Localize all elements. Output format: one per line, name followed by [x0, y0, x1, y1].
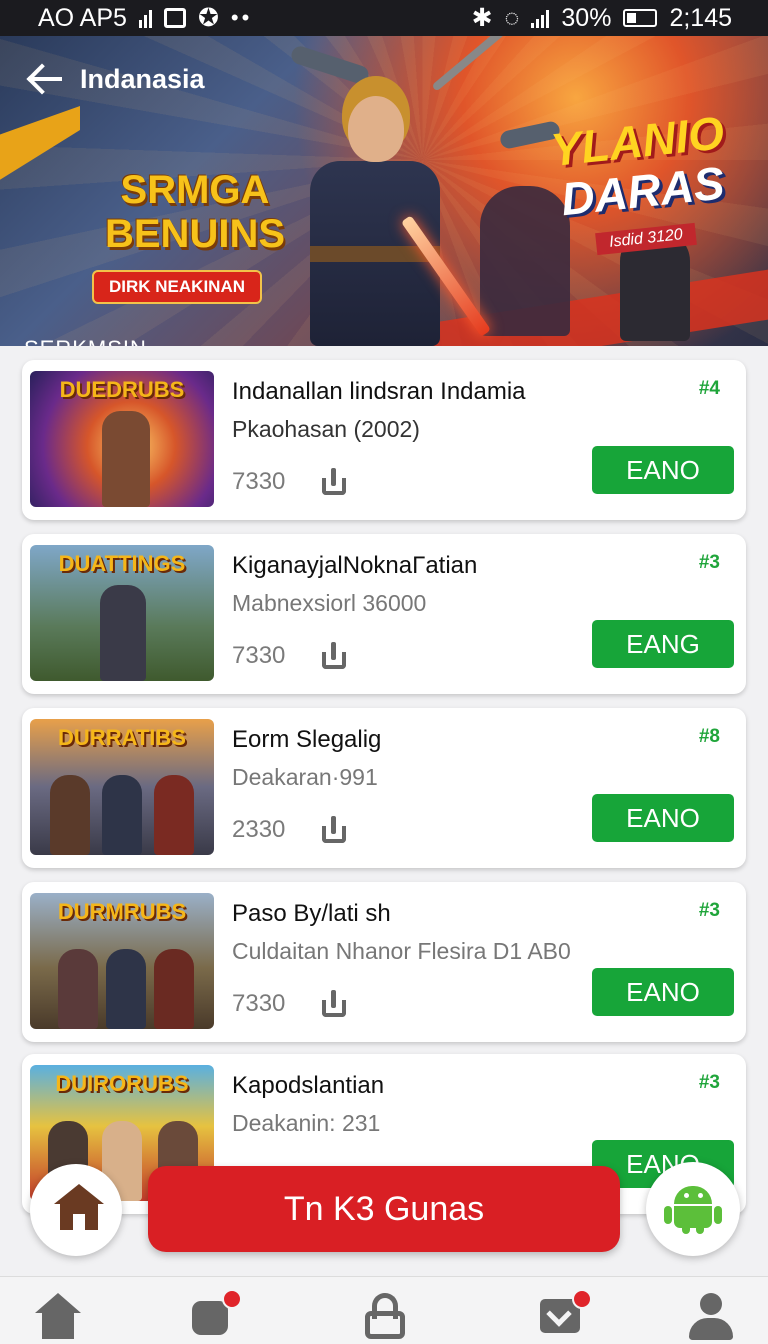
game-subtitle: Pkaohasan (2002): [232, 416, 420, 442]
get-button[interactable]: EANO: [592, 794, 734, 842]
game-card[interactable]: DURRATIBS Eorm Slegalig Deakaran·991 233…: [22, 708, 746, 868]
banner-game-title: SRMGA BENUINS: [104, 168, 286, 256]
image-icon: [163, 8, 186, 28]
character-figure: [154, 949, 194, 1029]
game-subtitle: Mabnexsiorl 36000: [232, 590, 427, 616]
get-button[interactable]: EANG: [592, 620, 734, 668]
game-card[interactable]: DURMRUBS Paso By/lati sh Culdaitan Nhano…: [22, 882, 746, 1042]
thumbnail-logo: DURRATIBS: [58, 725, 186, 750]
banner-tag: DIRK NEAKINAN: [92, 270, 262, 304]
nav-user-icon[interactable]: [688, 1293, 734, 1340]
android-icon: [664, 1182, 722, 1234]
nav-chat-icon[interactable]: [188, 1289, 242, 1339]
bottom-nav: [0, 1276, 768, 1344]
header-back[interactable]: Indanasia: [26, 60, 205, 98]
download-icon: [320, 816, 348, 844]
page-title: Indanasia: [80, 63, 205, 94]
rank-badge: #3: [698, 1072, 720, 1093]
alarm-icon: ◌: [504, 3, 520, 32]
thumbnail-logo: DUATTINGS: [58, 551, 186, 576]
notification-badge: [572, 1289, 592, 1309]
thumbnail-logo: DUIRORUBS: [55, 1071, 189, 1096]
main-cta-button[interactable]: Tn K3 Gunas: [148, 1166, 620, 1252]
game-title: Indanallan lindsran Indamia: [232, 378, 526, 405]
download-icon: [320, 642, 348, 670]
character-figure: [154, 775, 194, 855]
house-icon: [54, 1184, 104, 1230]
download-count: 2330: [232, 816, 286, 843]
battery-percent: 30%: [561, 3, 612, 32]
rank-badge: #3: [698, 900, 720, 921]
nav-inbox-icon[interactable]: [538, 1289, 592, 1339]
game-title: Kapodslantian: [232, 1072, 385, 1099]
character-figure: [102, 775, 142, 855]
game-title: KiganayjalNoknaΓatian: [232, 552, 478, 579]
game-card[interactable]: DUEDRUBS Indanallan lindsran Indamia Pka…: [22, 360, 746, 520]
thumbnail-logo: DURMRUBS: [57, 899, 187, 924]
banner-game-title-right: YLANIO DARAS: [535, 106, 744, 226]
signal-icon: [531, 8, 550, 28]
get-button[interactable]: EANO: [592, 446, 734, 494]
back-arrow-icon[interactable]: [26, 60, 64, 98]
android-fab[interactable]: [646, 1162, 740, 1256]
status-left: AO AP5 ✪ ••: [38, 3, 252, 33]
more-dots: ••: [230, 5, 253, 30]
game-card[interactable]: DUATTINGS KiganayjalNoknaΓatian Mabnexsi…: [22, 534, 746, 694]
game-thumbnail[interactable]: DURMRUBS: [30, 893, 214, 1029]
download-count: 7330: [232, 468, 286, 495]
character-figure: [106, 949, 146, 1029]
hero-head: [348, 96, 404, 162]
character-figure: [102, 411, 150, 507]
game-thumbnail[interactable]: DURRATIBS: [30, 719, 214, 855]
carrier-label: AO AP5: [38, 3, 127, 32]
clock: 2;145: [669, 3, 732, 32]
game-subtitle: Deakaran·991: [232, 764, 378, 790]
gamepad-icon: ✪: [197, 4, 219, 32]
nav-home-icon[interactable]: [35, 1293, 81, 1339]
get-button[interactable]: EANO: [592, 968, 734, 1016]
character-figure: [100, 585, 146, 681]
rank-badge: #4: [698, 378, 720, 399]
game-subtitle: Culdaitan Nhanor Flesira D1 AB0: [232, 938, 571, 964]
game-subtitle: Deakanin: 231: [232, 1110, 381, 1136]
rank-badge: #3: [698, 552, 720, 573]
thumbnail-logo: DUEDRUBS: [59, 377, 185, 402]
status-right: ✱ ◌ 30% 2;145: [472, 3, 732, 33]
character-figure: [50, 775, 90, 855]
hero-figure: [270, 56, 480, 346]
home-fab[interactable]: [30, 1164, 122, 1256]
download-icon: [320, 990, 348, 1018]
download-count: 7330: [232, 990, 286, 1017]
game-title: Eorm Slegalig: [232, 726, 382, 753]
battery-icon: [623, 9, 658, 27]
game-thumbnail[interactable]: DUEDRUBS: [30, 371, 214, 507]
character-figure: [58, 949, 98, 1029]
status-bar: AO AP5 ✪ •• ✱ ◌ 30% 2;145: [0, 0, 768, 36]
rank-badge: #8: [698, 726, 720, 747]
bar-chart-icon: [138, 8, 152, 28]
download-count: 7330: [232, 642, 286, 669]
bluetooth-icon: ✱: [471, 4, 493, 32]
nav-lock-icon[interactable]: [363, 1293, 409, 1339]
game-title: Paso By/lati sh: [232, 900, 391, 927]
game-thumbnail[interactable]: DUATTINGS: [30, 545, 214, 681]
download-icon: [320, 468, 348, 496]
banner-label: SERKMSIN: [24, 336, 147, 346]
notification-badge: [222, 1289, 242, 1309]
